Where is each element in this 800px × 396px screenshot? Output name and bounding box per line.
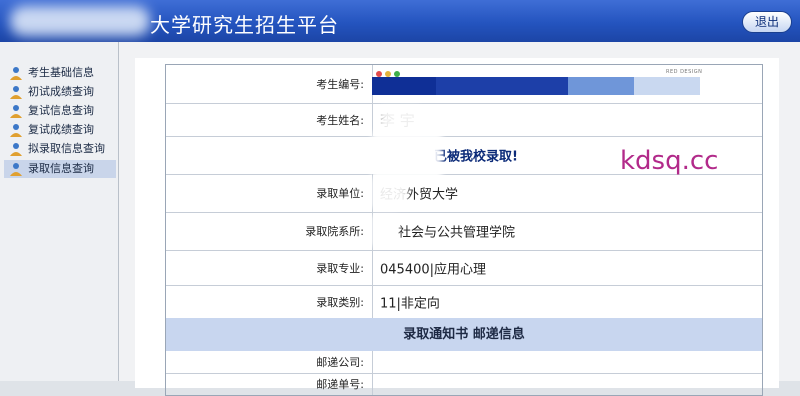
watermark: kdsq.cc bbox=[620, 146, 719, 176]
type-label: 录取类别: bbox=[316, 295, 364, 309]
row-exam-no: 考生编号: RED DESIGN bbox=[166, 65, 762, 104]
person-icon bbox=[10, 86, 22, 99]
header-blur-mask bbox=[10, 6, 150, 36]
courier-label: 邮递公司: bbox=[316, 356, 364, 369]
unit-label: 录取单位: bbox=[316, 187, 364, 200]
row-department: 录取院系所: 社会与公共管理学院 bbox=[166, 212, 762, 251]
person-icon bbox=[10, 143, 22, 156]
row-unit: 录取单位: 经济外贸大学 bbox=[166, 174, 762, 213]
image-brand: RED DESIGN bbox=[666, 69, 703, 75]
sidebar-item-admission-info[interactable]: 录取信息查询 bbox=[4, 160, 116, 178]
row-tracking: 邮递单号: bbox=[166, 373, 762, 395]
sidebar-item-label: 拟录取信息查询 bbox=[28, 142, 105, 155]
person-icon bbox=[10, 67, 22, 80]
admission-notice: 已被我校录取! bbox=[434, 149, 518, 165]
row-courier: 邮递公司: bbox=[166, 351, 762, 374]
top-bar: 大学研究生招生平台 退出 bbox=[0, 0, 800, 42]
person-icon bbox=[10, 105, 22, 118]
dept-label: 录取院系所: bbox=[305, 225, 364, 238]
sidebar-item-pre-admission[interactable]: 拟录取信息查询 bbox=[4, 140, 116, 158]
person-icon bbox=[10, 124, 22, 137]
sidebar-item-retest-info[interactable]: 复试信息查询 bbox=[4, 102, 116, 120]
major-value: 045400|应用心理 bbox=[380, 262, 487, 277]
sidebar-item-label: 录取信息查询 bbox=[28, 162, 94, 175]
major-label: 录取专业: bbox=[316, 261, 364, 275]
exam-no-redaction bbox=[372, 77, 702, 95]
app-title: 大学研究生招生平台 bbox=[150, 13, 339, 37]
sidebar: 考生基础信息 初试成绩查询 复试信息查询 复试成绩查询 拟录取信息查询 录取信息… bbox=[0, 42, 119, 381]
sidebar-item-retest-scores[interactable]: 复试成绩查询 bbox=[4, 121, 116, 139]
main-content: 考生编号: RED DESIGN 考生姓名: 李 宇 bbox=[119, 42, 800, 396]
sidebar-item-basic-info[interactable]: 考生基础信息 bbox=[4, 64, 116, 82]
exam-no-label: 考生编号: bbox=[316, 78, 364, 91]
type-value: 11|非定向 bbox=[380, 296, 440, 311]
dept-value: 社会与公共管理学院 bbox=[398, 225, 516, 241]
admission-panel: 考生编号: RED DESIGN 考生姓名: 李 宇 bbox=[135, 58, 779, 396]
mail-section-title: 录取通知书 邮递信息 bbox=[166, 318, 762, 351]
sidebar-item-label: 考生基础信息 bbox=[28, 66, 94, 79]
sidebar-item-label: 复试信息查询 bbox=[28, 104, 94, 117]
sidebar-item-initial-scores[interactable]: 初试成绩查询 bbox=[4, 83, 116, 101]
logout-button[interactable]: 退出 bbox=[742, 11, 792, 33]
row-admission-type: 录取类别: 11|非定向 bbox=[166, 285, 762, 319]
admission-table: 考生编号: RED DESIGN 考生姓名: 李 宇 bbox=[165, 64, 763, 396]
sidebar-item-label: 复试成绩查询 bbox=[28, 123, 94, 136]
tracking-label: 邮递单号: bbox=[316, 378, 364, 391]
sidebar-item-label: 初试成绩查询 bbox=[28, 85, 94, 98]
row-name: 考生姓名: 李 宇 bbox=[166, 103, 762, 137]
row-major: 录取专业: 045400|应用心理 bbox=[166, 250, 762, 286]
person-icon bbox=[10, 163, 22, 176]
name-label: 考生姓名: bbox=[316, 113, 364, 127]
